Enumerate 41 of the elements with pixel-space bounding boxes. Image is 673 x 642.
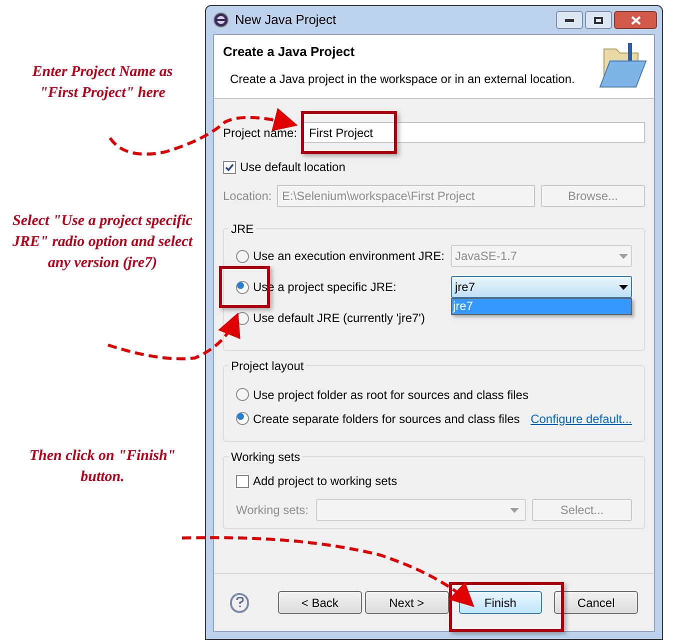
minimize-button[interactable] xyxy=(556,11,583,29)
close-icon xyxy=(630,16,640,24)
close-button[interactable] xyxy=(614,11,657,29)
header-description: Create a Java project in the workspace or in an external location. xyxy=(230,70,575,88)
radio-label: Use project folder as root for sources and class files xyxy=(253,386,530,404)
window-title: New Java Project xyxy=(235,11,338,30)
jre-select[interactable]: jre7 xyxy=(451,276,632,298)
select-value: jre7 xyxy=(455,279,476,296)
wizard-button[interactable]: < Back xyxy=(278,591,362,614)
field-label: Project name: xyxy=(223,124,298,142)
caret-icon xyxy=(619,284,628,290)
checkbox[interactable] xyxy=(223,160,236,174)
radio-label: Use default JRE (currently 'jre7') xyxy=(253,310,426,327)
annotation-text: Then click on "Finish" button. xyxy=(28,447,177,487)
project-name-field[interactable]: First Project xyxy=(303,122,645,143)
radio-button[interactable] xyxy=(236,280,249,294)
checkbox-label: Use default location xyxy=(240,159,346,176)
radio-button[interactable] xyxy=(236,388,249,401)
help-icon xyxy=(236,597,244,608)
radio-button[interactable] xyxy=(236,412,249,425)
checkbox[interactable] xyxy=(236,474,249,488)
caret-icon xyxy=(619,254,628,258)
annotation-text: Enter Project Name as "First Project" here xyxy=(31,63,174,103)
field-label: Location: xyxy=(223,188,271,205)
configure-default-link[interactable]: Configure default... xyxy=(530,410,632,428)
radio-label: Use an execution environment JRE: xyxy=(253,248,446,265)
wizard-button[interactable]: Finish xyxy=(458,591,542,614)
checkbox-label: Add project to working sets xyxy=(253,473,398,490)
field-label: Working sets: xyxy=(236,502,310,519)
eclipse-icon xyxy=(213,12,229,28)
folder-icon xyxy=(598,41,648,89)
wizard-button[interactable]: Next > xyxy=(364,591,448,614)
select-value: JavaSE-1.7 xyxy=(455,248,518,265)
wizard-button[interactable]: Cancel xyxy=(554,591,638,614)
help-button[interactable] xyxy=(230,592,250,612)
maximize-button[interactable] xyxy=(585,11,612,29)
radio-label: Create separate folders for sources and class files xyxy=(253,410,521,428)
radio-button[interactable] xyxy=(236,250,249,262)
caret-icon xyxy=(510,508,519,512)
header-title: Create a Java Project xyxy=(223,43,356,61)
annotation-text: Select "Use a project specific JRE" radio option and select any version (jre7) xyxy=(11,212,194,273)
